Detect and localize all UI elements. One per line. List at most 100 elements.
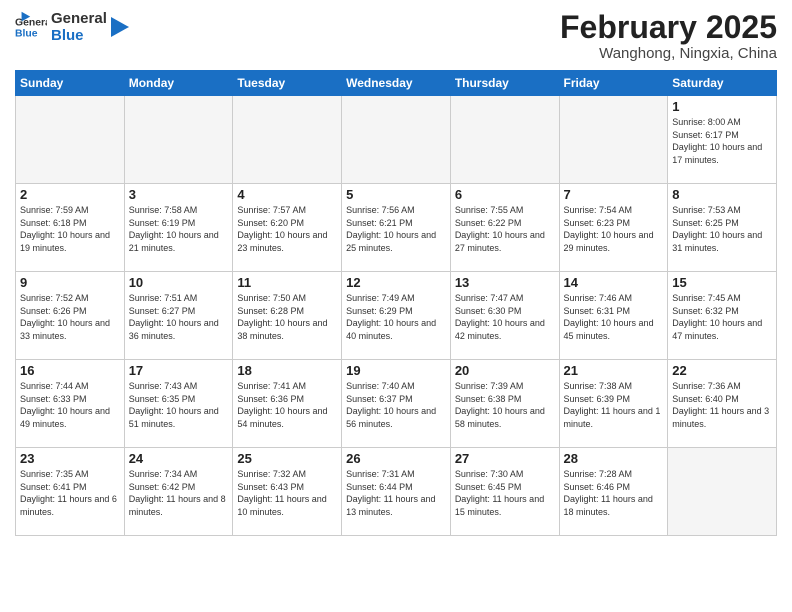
day-info: Sunrise: 7:40 AM Sunset: 6:37 PM Dayligh… <box>346 380 446 430</box>
day-number: 3 <box>129 187 229 202</box>
day-number: 17 <box>129 363 229 378</box>
weekday-header-monday: Monday <box>124 71 233 96</box>
month-title: February 2025 <box>560 10 777 45</box>
calendar-cell: 13 Sunrise: 7:47 AM Sunset: 6:30 PM Dayli… <box>450 272 559 360</box>
day-info: Sunrise: 7:45 AM Sunset: 6:32 PM Dayligh… <box>672 292 772 342</box>
weekday-header-thursday: Thursday <box>450 71 559 96</box>
calendar-cell: 8 Sunrise: 7:53 AM Sunset: 6:25 PM Daylig… <box>668 184 777 272</box>
weekday-header-wednesday: Wednesday <box>342 71 451 96</box>
day-info: Sunrise: 7:38 AM Sunset: 6:39 PM Dayligh… <box>564 380 664 430</box>
day-info: Sunrise: 7:51 AM Sunset: 6:27 PM Dayligh… <box>129 292 229 342</box>
calendar-cell: 22 Sunrise: 7:36 AM Sunset: 6:40 PM Dayli… <box>668 360 777 448</box>
logo-icon: General Blue <box>15 11 47 43</box>
calendar-cell: 14 Sunrise: 7:46 AM Sunset: 6:31 PM Dayli… <box>559 272 668 360</box>
day-info: Sunrise: 7:32 AM Sunset: 6:43 PM Dayligh… <box>237 468 337 518</box>
day-info: Sunrise: 7:46 AM Sunset: 6:31 PM Dayligh… <box>564 292 664 342</box>
day-info: Sunrise: 7:47 AM Sunset: 6:30 PM Dayligh… <box>455 292 555 342</box>
calendar-cell: 3 Sunrise: 7:58 AM Sunset: 6:19 PM Daylig… <box>124 184 233 272</box>
calendar-cell: 2Sunrise: 7:59 AM Sunset: 6:18 PM Daylig… <box>16 184 125 272</box>
day-number: 8 <box>672 187 772 202</box>
day-number: 15 <box>672 275 772 290</box>
day-info: Sunrise: 7:49 AM Sunset: 6:29 PM Dayligh… <box>346 292 446 342</box>
day-number: 27 <box>455 451 555 466</box>
day-number: 16 <box>20 363 120 378</box>
calendar-cell: 11Sunrise: 7:50 AM Sunset: 6:28 PM Dayli… <box>233 272 342 360</box>
day-number: 4 <box>237 187 337 202</box>
calendar-cell: 15 Sunrise: 7:45 AM Sunset: 6:32 PM Dayli… <box>668 272 777 360</box>
day-number: 12 <box>346 275 446 290</box>
day-info: Sunrise: 7:34 AM Sunset: 6:42 PM Dayligh… <box>129 468 229 518</box>
header: General Blue General Blue February 2025 … <box>15 10 777 62</box>
calendar-cell <box>559 96 668 184</box>
calendar-cell: 23Sunrise: 7:35 AM Sunset: 6:41 PM Dayli… <box>16 448 125 536</box>
calendar-cell: 27 Sunrise: 7:30 AM Sunset: 6:45 PM Dayli… <box>450 448 559 536</box>
day-info: Sunrise: 7:39 AM Sunset: 6:38 PM Dayligh… <box>455 380 555 430</box>
day-number: 21 <box>564 363 664 378</box>
week-row-4: 23Sunrise: 7:35 AM Sunset: 6:41 PM Dayli… <box>16 448 777 536</box>
location-title: Wanghong, Ningxia, China <box>560 45 777 62</box>
day-number: 25 <box>237 451 337 466</box>
weekday-header-saturday: Saturday <box>668 71 777 96</box>
calendar-cell: 16 Sunrise: 7:44 AM Sunset: 6:33 PM Dayli… <box>16 360 125 448</box>
calendar-cell <box>233 96 342 184</box>
calendar-cell: 28Sunrise: 7:28 AM Sunset: 6:46 PM Dayli… <box>559 448 668 536</box>
calendar-cell: 17 Sunrise: 7:43 AM Sunset: 6:35 PM Dayli… <box>124 360 233 448</box>
day-number: 23 <box>20 451 120 466</box>
week-row-0: 1Sunrise: 8:00 AM Sunset: 6:17 PM Daylig… <box>16 96 777 184</box>
calendar-cell: 25 Sunrise: 7:32 AM Sunset: 6:43 PM Dayli… <box>233 448 342 536</box>
day-info: Sunrise: 7:58 AM Sunset: 6:19 PM Dayligh… <box>129 204 229 254</box>
day-info: Sunrise: 7:28 AM Sunset: 6:46 PM Dayligh… <box>564 468 664 518</box>
day-info: Sunrise: 7:59 AM Sunset: 6:18 PM Dayligh… <box>20 204 120 254</box>
day-number: 20 <box>455 363 555 378</box>
calendar: SundayMondayTuesdayWednesdayThursdayFrid… <box>15 70 777 536</box>
day-info: Sunrise: 7:43 AM Sunset: 6:35 PM Dayligh… <box>129 380 229 430</box>
calendar-cell: 7 Sunrise: 7:54 AM Sunset: 6:23 PM Daylig… <box>559 184 668 272</box>
calendar-cell: 5Sunrise: 7:56 AM Sunset: 6:21 PM Daylig… <box>342 184 451 272</box>
calendar-cell: 26Sunrise: 7:31 AM Sunset: 6:44 PM Dayli… <box>342 448 451 536</box>
day-info: Sunrise: 7:30 AM Sunset: 6:45 PM Dayligh… <box>455 468 555 518</box>
calendar-cell: 24Sunrise: 7:34 AM Sunset: 6:42 PM Dayli… <box>124 448 233 536</box>
day-number: 26 <box>346 451 446 466</box>
calendar-cell <box>124 96 233 184</box>
calendar-cell <box>668 448 777 536</box>
calendar-cell: 9 Sunrise: 7:52 AM Sunset: 6:26 PM Daylig… <box>16 272 125 360</box>
day-info: Sunrise: 7:53 AM Sunset: 6:25 PM Dayligh… <box>672 204 772 254</box>
calendar-cell: 18Sunrise: 7:41 AM Sunset: 6:36 PM Dayli… <box>233 360 342 448</box>
day-info: Sunrise: 7:36 AM Sunset: 6:40 PM Dayligh… <box>672 380 772 430</box>
weekday-header-tuesday: Tuesday <box>233 71 342 96</box>
logo: General Blue General Blue <box>15 10 131 45</box>
calendar-cell: 12 Sunrise: 7:49 AM Sunset: 6:29 PM Dayli… <box>342 272 451 360</box>
day-number: 13 <box>455 275 555 290</box>
page: General Blue General Blue February 2025 … <box>0 0 792 612</box>
day-info: Sunrise: 7:44 AM Sunset: 6:33 PM Dayligh… <box>20 380 120 430</box>
day-info: Sunrise: 7:57 AM Sunset: 6:20 PM Dayligh… <box>237 204 337 254</box>
day-info: Sunrise: 7:52 AM Sunset: 6:26 PM Dayligh… <box>20 292 120 342</box>
svg-text:Blue: Blue <box>15 29 38 40</box>
week-row-1: 2Sunrise: 7:59 AM Sunset: 6:18 PM Daylig… <box>16 184 777 272</box>
week-row-2: 9 Sunrise: 7:52 AM Sunset: 6:26 PM Daylig… <box>16 272 777 360</box>
day-info: Sunrise: 7:50 AM Sunset: 6:28 PM Dayligh… <box>237 292 337 342</box>
day-info: Sunrise: 7:41 AM Sunset: 6:36 PM Dayligh… <box>237 380 337 430</box>
calendar-cell: 20 Sunrise: 7:39 AM Sunset: 6:38 PM Dayli… <box>450 360 559 448</box>
logo-general: General <box>51 10 107 27</box>
day-number: 7 <box>564 187 664 202</box>
day-info: Sunrise: 7:54 AM Sunset: 6:23 PM Dayligh… <box>564 204 664 254</box>
day-number: 9 <box>20 275 120 290</box>
calendar-cell: 6Sunrise: 7:55 AM Sunset: 6:22 PM Daylig… <box>450 184 559 272</box>
weekday-header-friday: Friday <box>559 71 668 96</box>
calendar-cell: 4 Sunrise: 7:57 AM Sunset: 6:20 PM Daylig… <box>233 184 342 272</box>
day-number: 19 <box>346 363 446 378</box>
calendar-cell <box>16 96 125 184</box>
svg-text:General: General <box>15 18 47 29</box>
day-number: 6 <box>455 187 555 202</box>
calendar-cell: 1Sunrise: 8:00 AM Sunset: 6:17 PM Daylig… <box>668 96 777 184</box>
week-row-3: 16 Sunrise: 7:44 AM Sunset: 6:33 PM Dayli… <box>16 360 777 448</box>
calendar-cell <box>342 96 451 184</box>
day-number: 10 <box>129 275 229 290</box>
calendar-cell <box>450 96 559 184</box>
day-number: 22 <box>672 363 772 378</box>
day-number: 1 <box>672 99 772 114</box>
weekday-header-sunday: Sunday <box>16 71 125 96</box>
weekday-header-row: SundayMondayTuesdayWednesdayThursdayFrid… <box>16 71 777 96</box>
day-number: 14 <box>564 275 664 290</box>
